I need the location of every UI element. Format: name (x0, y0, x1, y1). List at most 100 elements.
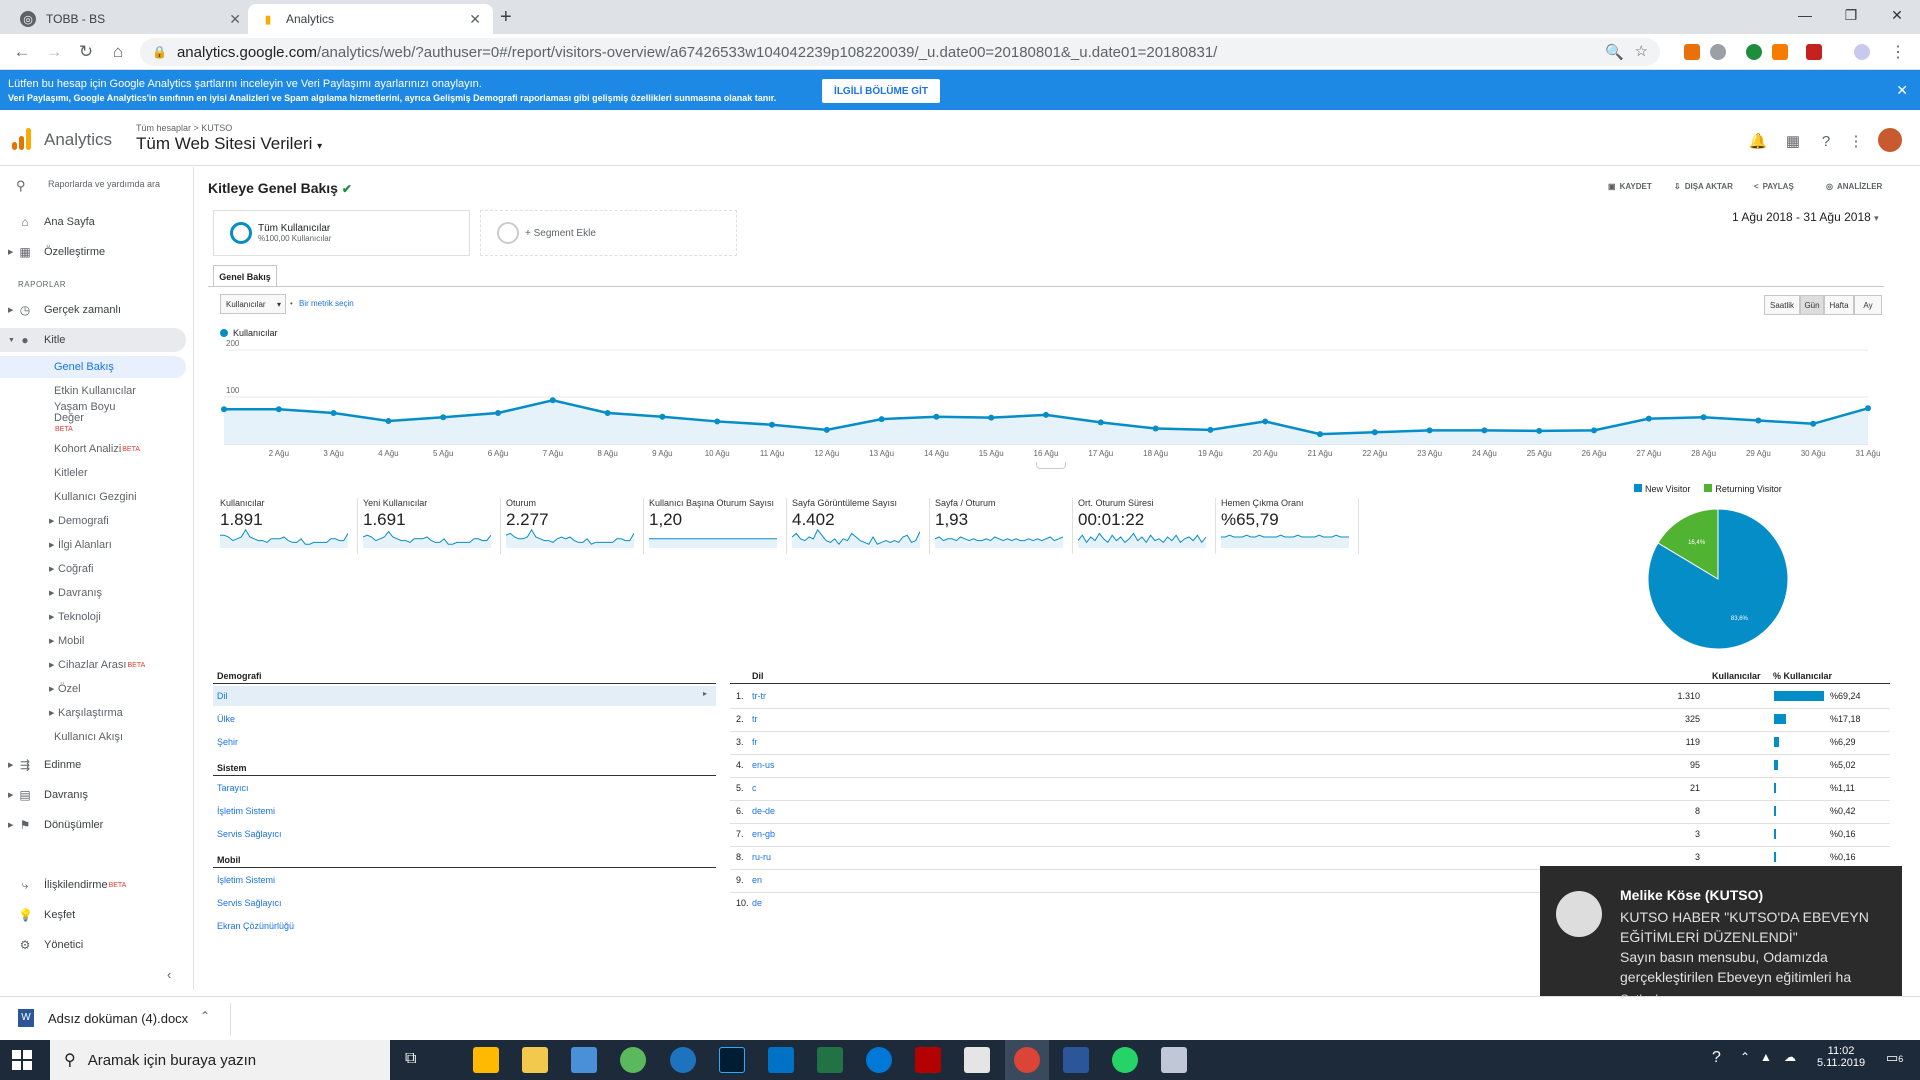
filezilla-icon[interactable] (915, 1047, 941, 1073)
taskbar-search-box[interactable]: ⚲ Aramak için buraya yazın (50, 1040, 390, 1080)
dim-screen-res-link[interactable]: Ekran Çözünürlüğü (217, 921, 294, 931)
data-point[interactable] (221, 406, 227, 413)
file-explorer-icon[interactable] (522, 1047, 548, 1073)
new-tab-icon[interactable]: + (500, 6, 512, 29)
kpi-card[interactable]: Sayfa / Oturum 1,93 (935, 498, 1072, 554)
whatsapp-icon[interactable] (1112, 1047, 1138, 1073)
sidebar-search-input[interactable]: Raporlarda ve yardımda ara (48, 179, 160, 189)
share-button[interactable]: < PAYLAŞ (1754, 182, 1794, 191)
chat-app-icon[interactable] (670, 1047, 696, 1073)
dim-mobile-isp-link[interactable]: Servis Sağlayıcı (217, 898, 282, 908)
sidebar-item-acquisition[interactable]: ▶ ⇶ Edinme (0, 753, 186, 777)
insights-button[interactable]: ◎ ANALİZLER (1826, 182, 1882, 191)
data-point[interactable] (1426, 427, 1433, 434)
sidebar-sub-cohort[interactable]: Kohort Analizi BETA (0, 438, 186, 460)
browser-menu-icon[interactable]: ⋮ (1890, 42, 1906, 62)
cloud-tray-icon[interactable]: ☁ (1784, 1050, 1796, 1064)
edge-icon[interactable] (866, 1047, 892, 1073)
close-tab-icon[interactable]: ✕ (469, 11, 481, 28)
data-point[interactable] (1591, 427, 1597, 434)
data-point[interactable] (933, 413, 940, 420)
row-language-link[interactable]: fr (752, 737, 758, 747)
sidebar-item-attribution[interactable]: ⤷ İlişkilendirme BETA (0, 873, 186, 897)
chrome-icon[interactable] (1014, 1047, 1040, 1073)
data-point[interactable] (549, 397, 556, 404)
data-point[interactable] (1371, 429, 1378, 436)
extension-cloud-icon[interactable] (1710, 44, 1726, 60)
profile-icon[interactable] (1854, 44, 1870, 60)
dim-language-link[interactable]: Dil (217, 691, 228, 701)
sidebar-sub-active-users[interactable]: Etkin Kullanıcılar (0, 380, 186, 402)
sidebar-item-home[interactable]: ⌂ Ana Sayfa (0, 210, 186, 234)
clock[interactable]: 11:02 5.11.2019 (1816, 1045, 1866, 1069)
apps-grid-icon[interactable]: ▦ (1782, 130, 1804, 152)
sidebar-sub-demographics[interactable]: ▶ Demografi (0, 510, 186, 532)
dim-isp-link[interactable]: Servis Sağlayıcı (217, 829, 282, 839)
extension-red-icon[interactable] (1806, 44, 1822, 60)
row-language-link[interactable]: de-de (752, 806, 775, 816)
chevron-up-icon[interactable]: ⌃ (200, 1009, 210, 1023)
account-breadcrumb[interactable]: Tüm hesaplar > KUTSO (136, 123, 232, 133)
restore-icon[interactable]: ❐ (1828, 0, 1874, 30)
sidebar-sub-geo[interactable]: ▶ Coğrafi (0, 558, 186, 580)
extension-green-icon[interactable] (1746, 44, 1762, 60)
help-icon[interactable]: ? (1815, 130, 1837, 152)
document-app-icon[interactable] (964, 1047, 990, 1073)
data-point[interactable] (1097, 419, 1104, 426)
dim-country-link[interactable]: Ülke (217, 714, 235, 724)
download-file-name[interactable]: Adsız doküman (4).docx (48, 1011, 188, 1026)
sidebar-sub-audiences[interactable]: Kitleler (0, 462, 186, 484)
data-point[interactable] (1317, 431, 1323, 438)
sidebar-item-audience[interactable]: ▼ ● Kitle (0, 328, 186, 352)
store-app-icon[interactable] (473, 1047, 499, 1073)
kpi-card[interactable]: Kullanıcı Başına Oturum Sayısı 1,20 (649, 498, 786, 554)
kpi-card[interactable]: Kullanıcılar 1.891 (220, 498, 357, 554)
row-language-link[interactable]: en-gb (752, 829, 775, 839)
sidebar-sub-interests[interactable]: ▶ İlgi Alanları (0, 534, 186, 556)
data-point[interactable] (1536, 427, 1543, 434)
data-point[interactable] (714, 418, 721, 425)
sidebar-sub-overview[interactable]: Genel Bakış (0, 356, 186, 378)
remote-desktop-icon[interactable] (1161, 1047, 1187, 1073)
excel-icon[interactable] (817, 1047, 843, 1073)
save-button[interactable]: ▣ KAYDET (1608, 182, 1652, 191)
close-window-icon[interactable]: ✕ (1874, 0, 1920, 30)
metric-dropdown[interactable]: Kullanıcılar ▾ (220, 294, 286, 314)
row-language-link[interactable]: tr (752, 714, 758, 724)
sidebar-item-customization[interactable]: ▶ ▦ Özelleştirme (0, 240, 186, 264)
data-point[interactable] (1262, 418, 1269, 425)
data-point[interactable] (275, 406, 282, 413)
sidebar-sub-users-flow[interactable]: Kullanıcı Akışı (0, 726, 186, 748)
tab-overview[interactable]: Genel Bakış (213, 265, 277, 287)
action-center-icon[interactable]: ▭6 (1886, 1050, 1903, 1066)
segment-all-users[interactable]: Tüm Kullanıcılar %100,00 Kullanıcılar (213, 210, 470, 256)
data-point[interactable] (1645, 415, 1652, 422)
compare-metric-link[interactable]: Bir metrik seçin (299, 299, 354, 308)
chevron-up-tray-icon[interactable]: ⌃ (1740, 1050, 1750, 1064)
home-icon[interactable]: ⌂ (106, 40, 130, 64)
data-point[interactable] (1207, 426, 1214, 433)
sidebar-sub-lifetime-value[interactable]: Yaşam Boyu Değer BETA (0, 402, 186, 434)
photoshop-icon[interactable] (719, 1047, 745, 1073)
sidebar-sub-cross-device[interactable]: ▶ Cihazlar Arası BETA (0, 654, 186, 676)
sidebar-item-discover[interactable]: 💡 Keşfet (0, 903, 186, 927)
people-app-icon[interactable] (620, 1047, 646, 1073)
more-menu-icon[interactable]: ⋮ (1845, 130, 1867, 152)
data-point[interactable] (1700, 414, 1707, 421)
data-point[interactable] (1043, 411, 1049, 418)
close-notice-icon[interactable]: ✕ (1896, 82, 1908, 99)
avatar[interactable] (1878, 128, 1902, 152)
kpi-card[interactable]: Oturum 2.277 (506, 498, 643, 554)
data-point[interactable] (604, 409, 611, 416)
data-point[interactable] (330, 409, 337, 416)
windows-start-icon[interactable] (12, 1050, 32, 1070)
data-point[interactable] (659, 413, 666, 420)
help-tray-icon[interactable]: ? (1712, 1049, 1721, 1067)
notifications-bell-icon[interactable]: 🔔 (1747, 130, 1769, 152)
granularity-hourly[interactable]: Saatlik (1764, 295, 1800, 315)
minimize-icon[interactable]: — (1782, 0, 1828, 30)
data-point[interactable] (1152, 425, 1159, 432)
data-point[interactable] (769, 421, 775, 428)
dim-mobile-os-link[interactable]: İşletim Sistemi (217, 875, 275, 885)
dim-city-link[interactable]: Şehir (217, 737, 238, 747)
